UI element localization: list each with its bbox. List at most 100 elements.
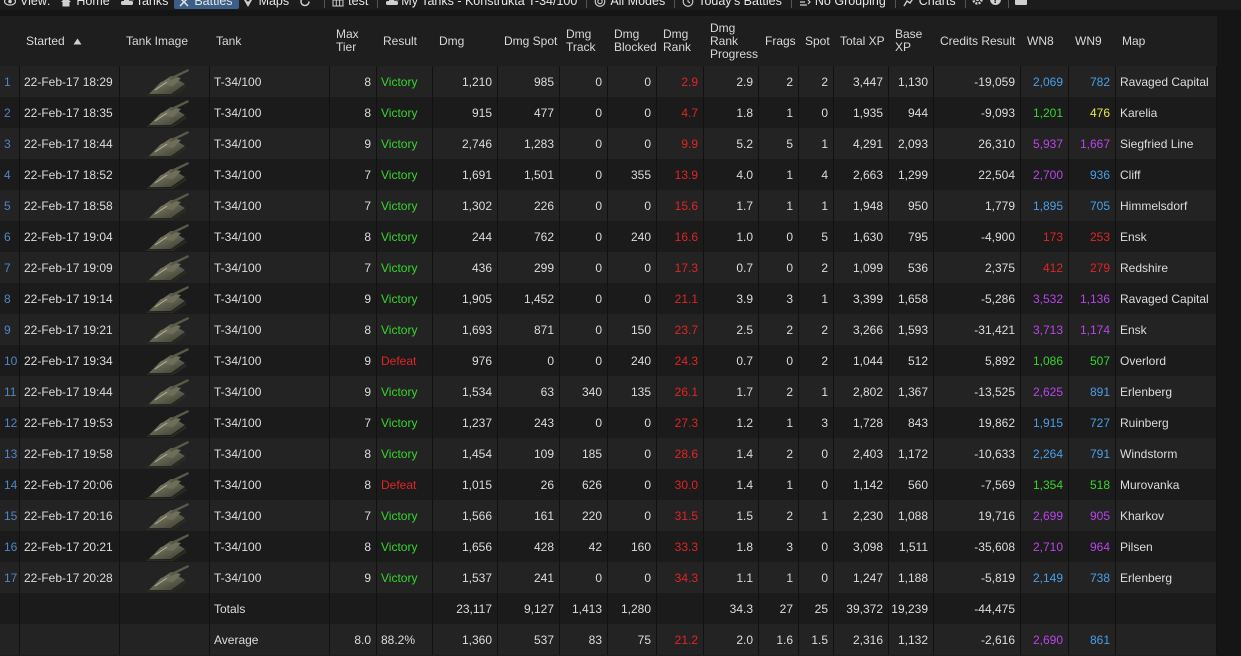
- cell-tier: 7: [330, 252, 377, 283]
- cell-wn8: 5,937: [1021, 128, 1069, 159]
- column-header-map[interactable]: Map: [1116, 16, 1217, 66]
- column-header-frags[interactable]: Frags: [759, 16, 799, 66]
- cell-blocked: 0: [608, 190, 657, 221]
- cell-wn8: 173: [1021, 221, 1069, 252]
- table-row[interactable]: 11 22-Feb-17 19:44 T-34/100 9 Victory 1,534 63…: [0, 376, 1217, 407]
- column-header-spotted[interactable]: Spot: [799, 16, 834, 66]
- cell-wn8: 2,264: [1021, 438, 1069, 469]
- cell-spotted: 1: [799, 376, 834, 407]
- cell-wn8: [1021, 593, 1069, 624]
- cell-bxp: 2,093: [889, 128, 934, 159]
- cell-credits: 5,892: [934, 345, 1021, 376]
- help-button[interactable]: ?: [987, 0, 1005, 9]
- column-header-wn9[interactable]: WN9: [1069, 16, 1116, 66]
- toolbar-battles-button[interactable]: Battles: [174, 0, 239, 9]
- cell-bxp: 1,130: [889, 66, 934, 97]
- column-header-txp[interactable]: Total XP: [834, 16, 889, 66]
- toolbar-my-tanks-konstrukta-t-34-100-button[interactable]: My Tanks - Konstrukta T-34/100: [381, 0, 583, 9]
- vertical-scrollbar[interactable]: [1217, 16, 1241, 656]
- column-header-result[interactable]: Result: [377, 16, 433, 66]
- toolbar-test-button[interactable]: test: [328, 0, 374, 9]
- toolbar-no-grouping-button[interactable]: No Grouping: [795, 0, 892, 9]
- cell-frags: 0: [759, 252, 799, 283]
- toolbar-refresh-button[interactable]: [295, 0, 321, 9]
- cell-tank-image: [120, 221, 210, 252]
- table-row[interactable]: 7 22-Feb-17 19:09 T-34/100 7 Victory 436 299 0 0…: [0, 252, 1217, 283]
- column-header-rank[interactable]: Dmg Rank: [657, 16, 704, 66]
- column-header-label: Dmg Blocked: [614, 27, 657, 54]
- bag-button[interactable]: [1012, 0, 1030, 9]
- table-row[interactable]: 13 22-Feb-17 19:58 T-34/100 8 Victory 1,454 10…: [0, 438, 1217, 469]
- cell-spotted: 5: [799, 221, 834, 252]
- column-header-spot[interactable]: Dmg Spot: [498, 16, 560, 66]
- cell-frags: 1: [759, 97, 799, 128]
- toolbar-today-s-battles-button[interactable]: Today's Battles: [678, 0, 788, 9]
- toolbar-label: Charts: [918, 0, 956, 8]
- gear-button[interactable]: [969, 0, 987, 9]
- tank-icon: [385, 0, 399, 7]
- table-row[interactable]: 15 22-Feb-17 20:16 T-34/100 7 Victory 1,566 16…: [0, 500, 1217, 531]
- toolbar-all-modes-button[interactable]: All Modes: [590, 0, 671, 9]
- column-header-blocked[interactable]: Dmg Blocked: [608, 16, 657, 66]
- cell-started: 22-Feb-17 20:21: [20, 531, 120, 562]
- column-header-credits[interactable]: Credits Result: [934, 16, 1021, 66]
- row-number: 5: [0, 190, 20, 221]
- column-header-dmg[interactable]: Dmg: [433, 16, 498, 66]
- toolbar-tanks-button[interactable]: Tanks: [116, 0, 175, 9]
- column-header-tier[interactable]: Max Tier: [330, 16, 377, 66]
- column-header-n[interactable]: [0, 16, 20, 66]
- column-header-tank[interactable]: Tank: [210, 16, 330, 66]
- table-row[interactable]: 17 22-Feb-17 20:28 T-34/100 9 Victory 1,537 24…: [0, 562, 1217, 593]
- table-row[interactable]: 5 22-Feb-17 18:58 T-34/100 7 Victory 1,302 226…: [0, 190, 1217, 221]
- cell-spotted: 1: [799, 190, 834, 221]
- cell-started: 22-Feb-17 20:16: [20, 500, 120, 531]
- table-row[interactable]: 1 22-Feb-17 18:29 T-34/100 8 Victory 1,210 985…: [0, 66, 1217, 97]
- toolbar-separator: [586, 0, 588, 8]
- toolbar-charts-button[interactable]: Charts: [899, 0, 962, 9]
- column-header-track[interactable]: Dmg Track: [560, 16, 608, 66]
- cell-tank: T-34/100: [210, 469, 330, 500]
- cell-map: Windstorm: [1116, 438, 1217, 469]
- table-row[interactable]: 10 22-Feb-17 19:34 T-34/100 9 Defeat 976 0 0 240…: [0, 345, 1217, 376]
- row-number: 9: [0, 314, 20, 345]
- cell-dmg-rank: 31.5: [657, 500, 704, 531]
- column-header-img[interactable]: Tank Image: [120, 16, 210, 66]
- bag-icon: [1014, 0, 1028, 9]
- table-row[interactable]: 9 22-Feb-17 19:21 T-34/100 8 Victory 1,693 871…: [0, 314, 1217, 345]
- cell-tank-image: [120, 252, 210, 283]
- column-header-bxp[interactable]: Base XP: [889, 16, 934, 66]
- cell-spot: 226: [498, 190, 560, 221]
- cell-tank-image: [120, 500, 210, 531]
- toolbar-home-button[interactable]: Home: [56, 0, 115, 9]
- table-row[interactable]: 12 22-Feb-17 19:53 T-34/100 7 Victory 1,237 24…: [0, 407, 1217, 438]
- cell-dmg: 1,302: [433, 190, 498, 221]
- column-header-label: Dmg Track: [566, 27, 596, 54]
- table-row[interactable]: 4 22-Feb-17 18:52 T-34/100 7 Victory 1,691 1,5…: [0, 159, 1217, 190]
- column-header-wn8[interactable]: WN8: [1021, 16, 1069, 66]
- table-row[interactable]: 6 22-Feb-17 19:04 T-34/100 8 Victory 244 762 0 2…: [0, 221, 1217, 252]
- cell-bxp: 795: [889, 221, 934, 252]
- table-row[interactable]: 14 22-Feb-17 20:06 T-34/100 8 Defeat 1,015 26 6…: [0, 469, 1217, 500]
- cell-wn9: 476: [1069, 97, 1116, 128]
- cell-spot: 871: [498, 314, 560, 345]
- column-header-progress[interactable]: Dmg Rank Progress: [704, 16, 759, 66]
- cell-wn9: 964: [1069, 531, 1116, 562]
- column-header-started[interactable]: Started: [20, 16, 120, 66]
- table-row[interactable]: 16 22-Feb-17 20:21 T-34/100 8 Victory 1,656 42…: [0, 531, 1217, 562]
- table-row[interactable]: 2 22-Feb-17 18:35 T-34/100 8 Victory 915 477 0 0…: [0, 97, 1217, 128]
- cell-bxp: 843: [889, 407, 934, 438]
- toolbar-separator: [1007, 0, 1009, 8]
- tank-thumbnail: [141, 347, 193, 375]
- cell-result: Defeat: [377, 345, 433, 376]
- toolbar-maps-button[interactable]: Maps: [239, 0, 296, 9]
- cell-credits: 22,504: [934, 159, 1021, 190]
- toolbar-label: No Grouping: [814, 0, 886, 8]
- table-row[interactable]: 8 22-Feb-17 19:14 T-34/100 9 Victory 1,905 1,4…: [0, 283, 1217, 314]
- cell-track: 1,413: [560, 593, 608, 624]
- table-row[interactable]: 3 22-Feb-17 18:44 T-34/100 9 Victory 2,746 1,2…: [0, 128, 1217, 159]
- cell-tank: T-34/100: [210, 500, 330, 531]
- cell-frags: 2: [759, 438, 799, 469]
- cell-track: 0: [560, 345, 608, 376]
- cell-map: Karelia: [1116, 97, 1217, 128]
- cell-wn9: 936: [1069, 159, 1116, 190]
